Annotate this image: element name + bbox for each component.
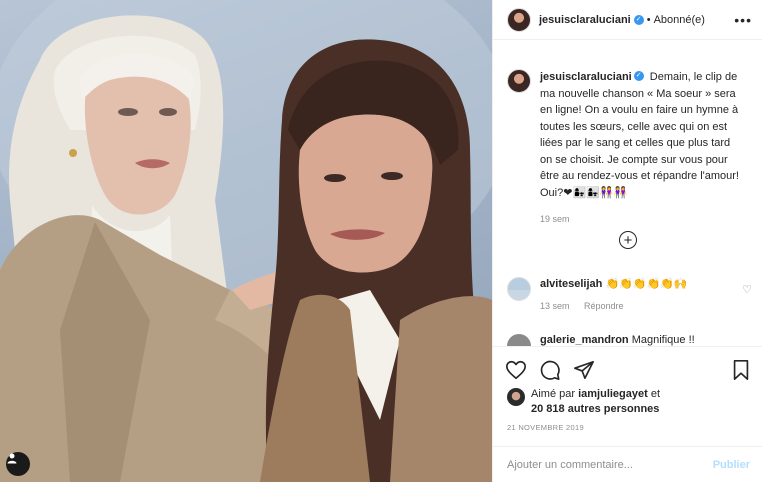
post-actions-section: Aimé par iamjuliegayet et 20 818 autres …	[493, 346, 762, 482]
comment-avatar[interactable]	[507, 277, 531, 301]
caption-avatar[interactable]	[507, 69, 531, 93]
comment-input[interactable]	[507, 458, 713, 471]
publish-button[interactable]: Publier	[713, 459, 750, 471]
comment-meta: 13 sem Répondre	[540, 301, 688, 311]
caption-username[interactable]: jesuisclaraluciani	[540, 71, 632, 83]
caption-text: Demain, le clip de ma nouvelle chanson «…	[540, 71, 739, 199]
liker-username[interactable]: iamjuliegayet	[578, 388, 648, 400]
liker-avatar[interactable]	[507, 388, 525, 406]
comment-text-line: alviteselijah 👏👏👏👏👏🙌	[540, 277, 688, 290]
reply-button[interactable]: Répondre	[584, 301, 624, 311]
post-author-username[interactable]: jesuisclaraluciani	[539, 14, 631, 26]
comment-time[interactable]: 13 sem	[540, 301, 570, 311]
likes-prefix: Aimé par	[531, 388, 576, 400]
avatar[interactable]	[507, 7, 531, 32]
post-caption: jesuisclaraluciani ✓ Demain, le clip de m…	[493, 41, 762, 228]
comment-text: Magnifique !!	[631, 334, 695, 346]
comment-text: 👏👏👏👏👏🙌	[605, 278, 688, 290]
caption-time[interactable]: 19 sem	[540, 211, 745, 228]
likes-count[interactable]: 20 818 autres personnes	[531, 403, 659, 415]
list-item: galerie_mandron Magnifique !!	[507, 334, 752, 346]
post-photo[interactable]	[0, 0, 492, 482]
comment-body: galerie_mandron Magnifique !!	[540, 334, 695, 346]
comment-text-line: galerie_mandron Magnifique !!	[540, 334, 695, 346]
action-icons-row	[493, 347, 762, 383]
comment-like-heart-icon[interactable]: ♡	[742, 283, 752, 296]
list-item: alviteselijah 👏👏👏👏👏🙌 13 sem Répondre ♡	[507, 277, 752, 311]
post-date[interactable]: 21 NOVEMBRE 2019	[493, 417, 762, 432]
comment-body: alviteselijah 👏👏👏👏👏🙌 13 sem Répondre	[540, 277, 688, 311]
likes-connector: et	[650, 388, 661, 400]
verified-badge-icon: ✓	[633, 14, 644, 25]
likes-text: Aimé par iamjuliegayet et 20 818 autres …	[531, 387, 660, 417]
caption-body: jesuisclaraluciani ✓ Demain, le clip de m…	[540, 69, 745, 228]
user-tag-icon[interactable]	[6, 452, 30, 476]
more-icon[interactable]: •••	[734, 13, 752, 27]
heart-icon[interactable]	[505, 359, 527, 381]
post-side-panel: jesuisclaraluciani ✓ • Abonné(e) ••• jes…	[492, 0, 762, 482]
photo-illustration	[0, 0, 492, 482]
likes-summary: Aimé par iamjuliegayet et 20 818 autres …	[493, 383, 762, 417]
comment-username[interactable]: alviteselijah	[540, 278, 602, 290]
comment-avatar[interactable]	[507, 334, 531, 346]
follow-status-button[interactable]: Abonné(e)	[654, 14, 705, 26]
post-header: jesuisclaraluciani ✓ • Abonné(e) •••	[493, 0, 762, 40]
share-icon[interactable]	[573, 359, 595, 381]
comment-username[interactable]: galerie_mandron	[540, 334, 629, 346]
verified-badge-icon: ✓	[633, 71, 644, 82]
plus-circle-icon[interactable]: +	[619, 231, 637, 249]
add-comment-bar: Publier	[493, 446, 762, 482]
comment-icon[interactable]	[539, 359, 561, 381]
header-separator: •	[646, 13, 651, 26]
bookmark-icon[interactable]	[730, 359, 752, 381]
user-silhouette-icon	[7, 453, 17, 464]
comments-section[interactable]: jesuisclaraluciani ✓ Demain, le clip de m…	[493, 41, 762, 346]
